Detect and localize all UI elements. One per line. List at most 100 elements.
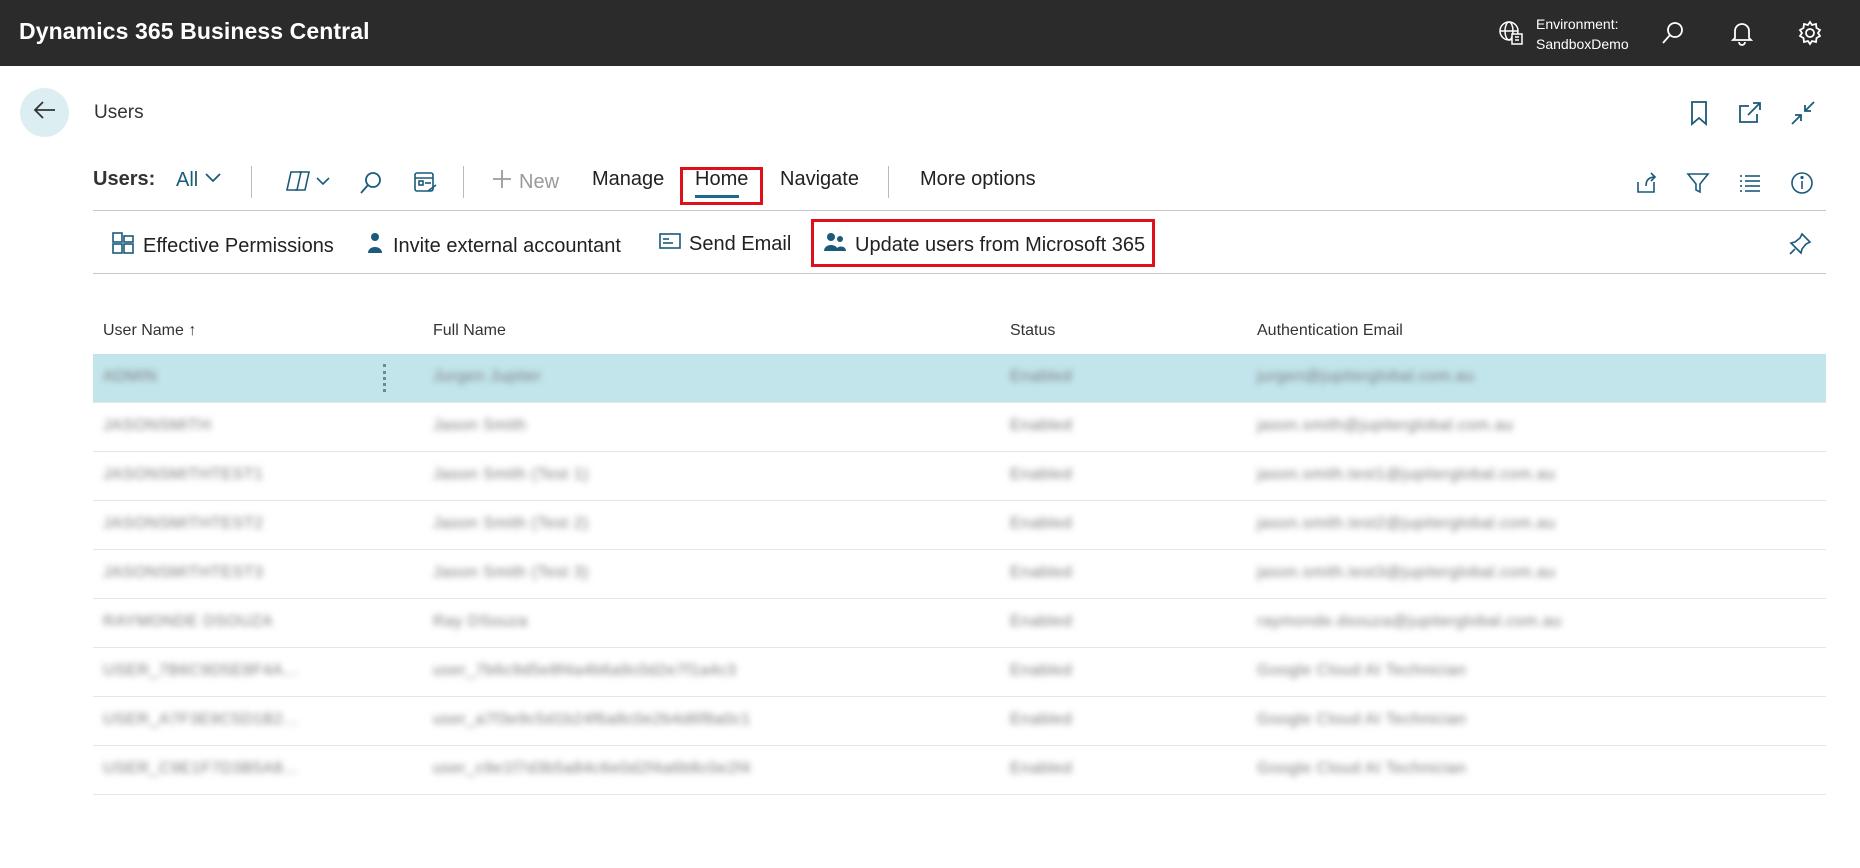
send-email-label: Send Email — [689, 232, 792, 255]
more-options-button[interactable]: More options — [920, 168, 1036, 191]
effective-permissions-label: Effective Permissions — [143, 234, 334, 257]
globe-building-icon[interactable] — [1498, 20, 1524, 51]
list-view-icon[interactable] — [1735, 168, 1765, 198]
environment-value: SandboxDemo — [1536, 36, 1629, 52]
row-actions-handle[interactable] — [383, 364, 386, 392]
cell-user-name[interactable]: JASONSMITHTEST1 — [103, 466, 263, 484]
pin-icon[interactable] — [1785, 229, 1815, 259]
divider — [888, 166, 889, 198]
divider — [463, 166, 464, 198]
new-button[interactable]: New — [491, 168, 559, 196]
update-users-highlight — [811, 219, 1155, 267]
app-title[interactable]: Dynamics 365 Business Central — [19, 18, 370, 45]
table-row[interactable]: USER_C9E1F7D3B5A8... user_c9e1f7d3b5a84c6… — [93, 746, 1826, 795]
invite-external-accountant-label: Invite external accountant — [393, 234, 621, 257]
cell-authentication-email: Google Cloud AI Technician — [1257, 662, 1467, 679]
cell-full-name: Jason Smith (Test 1) — [433, 466, 589, 483]
table-row[interactable]: RAYMONDE DSOUZA Ray DSouza Enabled raymonde… — [93, 599, 1826, 648]
page-header: Users — [0, 66, 1860, 154]
view-filter-value: All — [176, 168, 199, 191]
share-icon[interactable] — [1631, 168, 1661, 198]
gear-icon[interactable] — [1795, 18, 1825, 48]
bookmark-icon[interactable] — [1684, 98, 1714, 128]
cell-authentication-email: jason.smith.test3@jupiterglobal.com.au — [1257, 564, 1556, 581]
table-row[interactable]: USER_7B6C9D5E8F4A... user_7b6c9d5e8f4a4b6… — [93, 648, 1826, 697]
cell-user-name[interactable]: USER_A7F3E9C5D1B2... — [103, 711, 298, 729]
cell-user-name[interactable]: JASONSMITHTEST2 — [103, 515, 263, 533]
cell-authentication-email: Google Cloud AI Technician — [1257, 711, 1467, 728]
table-row[interactable]: JASONSMITH Jason Smith Enabled jason.smith@… — [93, 403, 1826, 452]
column-header-full-name[interactable]: Full Name — [433, 322, 506, 340]
cell-status: Enabled — [1010, 711, 1073, 728]
tab-navigate[interactable]: Navigate — [780, 168, 859, 191]
search-icon[interactable] — [356, 168, 386, 198]
column-header-authentication-email[interactable]: Authentication Email — [1257, 322, 1403, 340]
person-icon — [365, 231, 385, 261]
edit-list-icon[interactable] — [410, 168, 440, 198]
cell-authentication-email: raymonde.dsouza@jupiterglobal.com.au — [1257, 613, 1562, 630]
cell-user-name[interactable]: USER_7B6C9D5E8F4A... — [103, 662, 298, 680]
arrow-left-icon — [32, 97, 58, 128]
column-header-status[interactable]: Status — [1010, 322, 1055, 340]
cell-user-name[interactable]: ADMIN — [103, 368, 157, 386]
home-tab-highlight — [680, 167, 763, 205]
cell-status: Enabled — [1010, 564, 1073, 581]
filter-icon[interactable] — [1683, 168, 1713, 198]
plus-icon — [491, 168, 513, 196]
effective-permissions-button[interactable]: Effective Permissions — [111, 231, 334, 261]
table-row[interactable]: JASONSMITHTEST2 Jason Smith (Test 2) Enabl… — [93, 501, 1826, 550]
info-icon[interactable] — [1787, 168, 1817, 198]
search-icon[interactable] — [1658, 18, 1688, 48]
cell-user-name[interactable]: RAYMONDE DSOUZA — [103, 613, 273, 631]
cell-status: Enabled — [1010, 368, 1073, 385]
table-row[interactable]: ADMIN Jurgen Jupiter Enabled jurgen@jupiter… — [93, 354, 1826, 403]
cell-full-name: Ray DSouza — [433, 613, 528, 630]
divider — [251, 166, 252, 198]
cell-full-name: user_7b6c9d5e8f4a4b6a9c0d2e7f1a4c3 — [433, 662, 737, 679]
cell-authentication-email: jason.smith.test2@jupiterglobal.com.au — [1257, 515, 1556, 532]
cell-status: Enabled — [1010, 417, 1073, 434]
sort-ascending-icon: ↑ — [188, 322, 197, 339]
cell-user-name[interactable]: JASONSMITH — [103, 417, 211, 435]
bell-icon[interactable] — [1727, 18, 1757, 48]
open-in-new-window-icon[interactable] — [1735, 98, 1765, 128]
cell-authentication-email: jurgen@jupiterglobal.com.au — [1257, 368, 1475, 385]
cell-authentication-email: jason.smith.test1@jupiterglobal.com.au — [1257, 466, 1556, 483]
tab-manage[interactable]: Manage — [592, 168, 664, 191]
table-row[interactable]: JASONSMITHTEST3 Jason Smith (Test 3) Enabl… — [93, 550, 1826, 599]
top-bar: Dynamics 365 Business Central Environmen… — [0, 0, 1860, 66]
copilot-button[interactable] — [283, 168, 335, 198]
cell-authentication-email: Google Cloud AI Technician — [1257, 760, 1467, 777]
collapse-icon[interactable] — [1788, 98, 1818, 128]
cell-status: Enabled — [1010, 662, 1073, 679]
send-email-button[interactable]: Send Email — [659, 231, 791, 257]
environment-label: Environment: — [1536, 16, 1619, 32]
cell-full-name: Jurgen Jupiter — [433, 368, 542, 385]
cell-user-name[interactable]: JASONSMITHTEST3 — [103, 564, 263, 582]
column-header-label: User Name — [103, 322, 184, 339]
cell-full-name: Jason Smith — [433, 417, 527, 434]
cell-status: Enabled — [1010, 613, 1073, 630]
cell-status: Enabled — [1010, 760, 1073, 777]
cell-full-name: user_a7f3e9c5d1b24f6a8c0e2b4d6f8a0c1 — [433, 711, 751, 728]
cell-status: Enabled — [1010, 515, 1073, 532]
table-row[interactable]: JASONSMITHTEST1 Jason Smith (Test 1) Enabl… — [93, 452, 1826, 501]
cell-full-name: user_c9e1f7d3b5a84c6e0d2f4a6b8c0e2f4 — [433, 760, 751, 777]
page-title: Users — [94, 102, 144, 123]
environment-info[interactable]: Environment: SandboxDemo — [1536, 14, 1629, 54]
new-label: New — [519, 170, 560, 193]
users-label: Users: — [93, 168, 156, 190]
view-filter-dropdown[interactable]: All — [176, 168, 222, 192]
action-bar: Users: All New Manage Home Navigate More… — [93, 154, 1826, 211]
cell-authentication-email: jason.smith@jupiterglobal.com.au — [1257, 417, 1514, 434]
column-header-user-name[interactable]: User Name ↑ — [103, 322, 196, 340]
cell-user-name[interactable]: USER_C9E1F7D3B5A8... — [103, 760, 298, 778]
invite-external-accountant-button[interactable]: Invite external accountant — [365, 231, 621, 261]
copilot-icon — [285, 168, 333, 199]
table-row[interactable]: USER_A7F3E9C5D1B2... user_a7f3e9c5d1b24f6… — [93, 697, 1826, 746]
cell-status: Enabled — [1010, 466, 1073, 483]
back-button[interactable] — [20, 88, 69, 137]
chevron-down-icon — [204, 168, 222, 192]
email-icon — [659, 231, 681, 257]
permissions-icon — [111, 231, 135, 261]
